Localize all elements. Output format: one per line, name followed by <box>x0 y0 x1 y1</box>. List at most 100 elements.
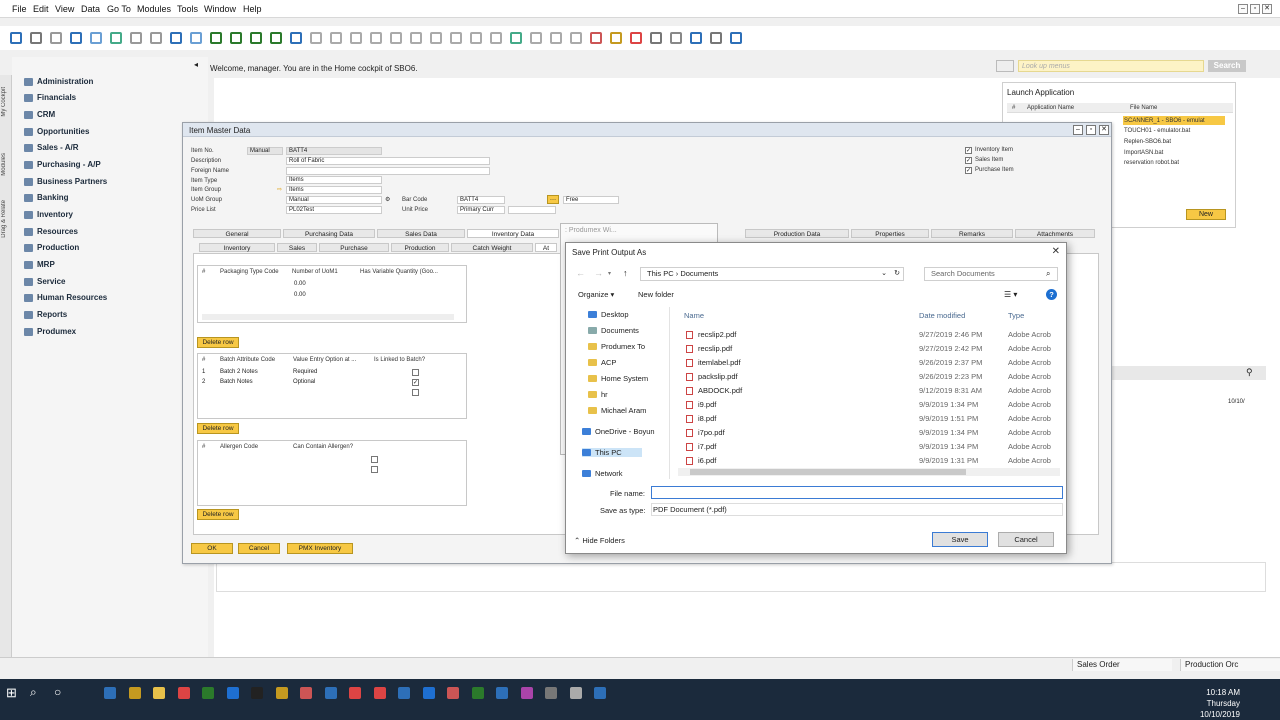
path-this-pc[interactable]: This PC <box>647 269 674 278</box>
module-item[interactable]: Opportunities <box>24 127 89 136</box>
search-icon[interactable]: ⌕ <box>30 685 37 700</box>
inventory-item-checkbox[interactable]: ✓ <box>965 147 972 154</box>
tab-modules[interactable]: Modules <box>1 153 7 176</box>
file-row[interactable]: itemlabel.pdf 9/26/2019 2:37 PM Adobe Acro… <box>678 357 1060 369</box>
tree-this-pc[interactable]: This PC <box>582 448 642 457</box>
toolbar-button-icon[interactable] <box>410 32 422 44</box>
toolbar-button-icon[interactable] <box>230 32 242 44</box>
taskbar-app-icon[interactable] <box>496 687 508 699</box>
tree-documents[interactable]: Documents <box>588 326 639 335</box>
module-item[interactable]: Resources <box>24 227 78 236</box>
toolbar-button-icon[interactable] <box>30 32 42 44</box>
toolbar-button-icon[interactable] <box>450 32 462 44</box>
toolbar-button-icon[interactable] <box>470 32 482 44</box>
back-icon[interactable]: ← <box>576 268 585 278</box>
close-icon[interactable]: ✕ <box>1262 4 1272 14</box>
menu-window[interactable]: Window <box>204 4 236 14</box>
tab-remarks[interactable]: Remarks <box>931 229 1013 238</box>
file-row[interactable]: packslip.pdf 9/26/2019 2:23 PM Adobe Acrob <box>678 371 1060 383</box>
menu-lookup-input[interactable]: Look up menus <box>1018 60 1204 72</box>
taskbar-app-icon[interactable] <box>398 687 410 699</box>
restore-icon[interactable]: ▫ <box>1250 4 1260 14</box>
subtab-sales[interactable]: Sales <box>277 243 317 252</box>
toolbar-button-icon[interactable] <box>290 32 302 44</box>
tree-network[interactable]: Network <box>582 469 623 478</box>
menu-help[interactable]: Help <box>243 4 262 14</box>
taskbar-app-icon[interactable] <box>324 687 337 699</box>
view-options-icon[interactable]: ☰ ▾ <box>1004 290 1017 299</box>
up-icon[interactable]: ↑ <box>623 268 628 278</box>
subtab-purchase[interactable]: Purchase <box>319 243 389 252</box>
toolbar-button-icon[interactable] <box>650 32 662 44</box>
module-item[interactable]: Purchasing - A/P <box>24 160 101 169</box>
menu-data[interactable]: Data <box>81 4 100 14</box>
item-group-select[interactable]: Items <box>286 186 382 194</box>
col-date-modified[interactable]: Date modified <box>919 311 965 320</box>
tree-michael-aram[interactable]: Michael Aram <box>588 406 646 415</box>
toolbar-button-icon[interactable] <box>490 32 502 44</box>
description-field[interactable]: Roll of Fabric <box>286 157 490 165</box>
taskbar-app-icon[interactable] <box>251 687 263 699</box>
unit-price-field[interactable] <box>508 206 556 214</box>
toolbar-button-icon[interactable] <box>350 32 362 44</box>
toolbar-button-icon[interactable] <box>110 32 122 44</box>
pin-icon[interactable]: ⚲ <box>1246 367 1253 378</box>
purchase-item-checkbox[interactable]: ✓ <box>965 167 972 174</box>
launch-file-5[interactable]: reservation robot.bat <box>1124 160 1179 166</box>
subtab-attributes[interactable]: At <box>535 243 557 252</box>
menu-lookup-icon[interactable] <box>996 60 1014 72</box>
batch-row-2-entry[interactable]: Optional <box>293 379 315 385</box>
sales-item-checkbox[interactable]: ✓ <box>965 157 972 164</box>
taskbar-app-icon[interactable] <box>226 687 239 699</box>
toolbar-button-icon[interactable] <box>670 32 682 44</box>
forward-icon[interactable]: → <box>594 268 603 278</box>
toolbar-button-icon[interactable] <box>310 32 322 44</box>
path-documents[interactable]: Documents <box>680 269 718 278</box>
system-clock[interactable]: 10:18 AM Thursday 10/10/2019 <box>1200 687 1240 720</box>
menu-goto[interactable]: Go To <box>107 4 131 14</box>
menu-edit[interactable]: Edit <box>33 4 49 14</box>
toolbar-button-icon[interactable] <box>90 32 102 44</box>
module-item[interactable]: Sales - A/R <box>24 143 79 152</box>
taskbar-app-icon[interactable] <box>349 687 361 699</box>
subtab-production[interactable]: Production <box>391 243 449 252</box>
menu-view[interactable]: View <box>55 4 74 14</box>
toolbar-button-icon[interactable] <box>710 32 722 44</box>
tab-drag-relate[interactable]: Drag & Relate <box>1 200 7 238</box>
tree-acp[interactable]: ACP <box>588 358 616 367</box>
tab-properties[interactable]: Properties <box>851 229 929 238</box>
taskbar-app-icon[interactable] <box>422 687 435 699</box>
file-row[interactable]: ABDOCK.pdf 9/12/2019 8:31 AM Adobe Acrob <box>678 385 1060 397</box>
batch-row-2-linked-checkbox[interactable]: ✓ <box>412 379 419 386</box>
batch-row-2-code[interactable]: Batch Notes <box>220 379 253 385</box>
launch-file-2[interactable]: TOUCH01 - emulator.bat <box>1124 128 1190 134</box>
file-row[interactable]: i7.pdf 9/9/2019 1:34 PM Adobe Acrob <box>678 441 1060 453</box>
help-icon[interactable]: ? <box>1046 289 1057 300</box>
tab-my-cockpit[interactable]: My Cockpit <box>1 87 7 117</box>
taskbar-app-icon[interactable] <box>373 687 386 699</box>
toolbar-button-icon[interactable] <box>630 32 642 44</box>
launch-new-button[interactable]: New <box>1186 209 1226 220</box>
module-item[interactable]: Reports <box>24 310 67 319</box>
bar-code-field[interactable]: BATT4 <box>457 196 505 204</box>
launch-file-4[interactable]: ImportASN.bat <box>1124 150 1163 156</box>
toolbar-button-icon[interactable] <box>330 32 342 44</box>
price-currency-select[interactable]: Primary Curr <box>457 206 505 214</box>
refresh-icon[interactable]: ↻ <box>894 268 900 280</box>
module-item[interactable]: MRP <box>24 260 55 269</box>
taskbar-app-icon[interactable] <box>447 687 459 699</box>
launch-file-1[interactable]: SCANNER_1 - SBO6 - emulat <box>1124 118 1205 124</box>
menu-modules[interactable]: Modules <box>137 4 171 14</box>
address-bar[interactable]: This PC › Documents ⌄ ↻ <box>640 267 904 281</box>
file-row[interactable]: recslip2.pdf 9/27/2019 2:46 PM Adobe Acrob <box>678 329 1060 341</box>
taskbar-app-icon[interactable] <box>520 687 533 699</box>
tab-attachments[interactable]: Attachments <box>1015 229 1095 238</box>
foreign-name-field[interactable] <box>286 167 490 175</box>
allergen-delete-row-button[interactable]: Delete row <box>197 509 239 520</box>
save-button[interactable]: Save <box>932 532 988 547</box>
maximize-icon[interactable]: ▫ <box>1086 125 1096 135</box>
save-as-type-select[interactable]: PDF Document (*.pdf) <box>651 503 1063 516</box>
taskbar-app-icon[interactable] <box>569 687 582 699</box>
batch-row-3-linked-checkbox[interactable] <box>412 389 419 396</box>
taskbar-app-icon[interactable] <box>300 687 312 699</box>
